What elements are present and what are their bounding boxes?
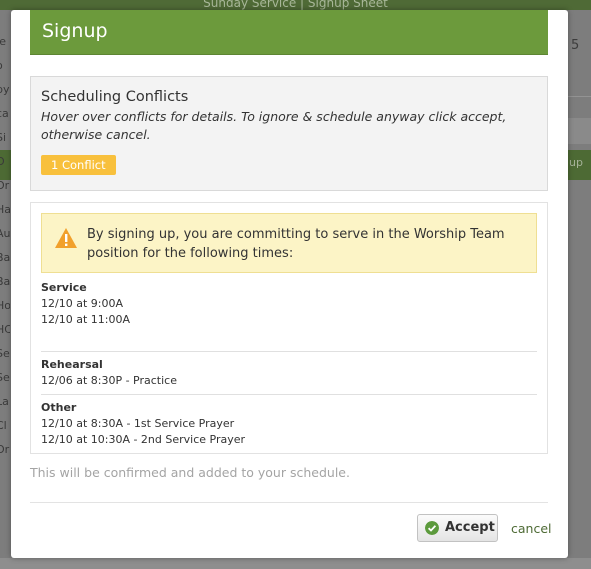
background-text-fragment: up — [569, 156, 583, 169]
time-group-other: Other 12/10 at 8:30A - 1st Service Praye… — [41, 400, 537, 448]
commitment-warning: By signing up, you are committing to ser… — [41, 213, 537, 273]
background-text-fragment: O — [0, 155, 5, 168]
background-text-fragment: o — [0, 54, 10, 78]
background-text-fragment: Ba — [0, 251, 10, 264]
group-title: Rehearsal — [41, 358, 103, 371]
background-text-fragment: Au — [0, 227, 10, 240]
time-group-service: Service 12/10 at 9:00A 12/10 at 11:00A — [41, 280, 537, 328]
time-group-rehearsal: Rehearsal 12/06 at 8:30P - Practice — [41, 357, 537, 389]
background-text-fragment: Ha — [0, 203, 10, 216]
group-title: Other — [41, 401, 77, 414]
conflicts-title: Scheduling Conflicts — [41, 89, 189, 105]
warning-text: By signing up, you are committing to ser… — [87, 227, 505, 261]
background-text-fragment: Or — [0, 179, 10, 192]
scheduling-conflicts-panel: Scheduling Conflicts Hover over conflict… — [30, 76, 548, 191]
background-text-fragment: 5 — [571, 38, 580, 53]
background-text-fragment: Je — [0, 35, 7, 48]
background-text-fragment: Si — [0, 131, 7, 144]
accept-button[interactable]: Accept — [417, 514, 498, 542]
background-text-fragment: La — [0, 395, 9, 408]
background-footer — [0, 558, 591, 569]
background-text-fragment: Se — [0, 371, 10, 384]
signup-times-panel: By signing up, you are committing to ser… — [30, 202, 548, 454]
modal-header: Signup — [30, 10, 548, 55]
background-text-fragment: Or — [0, 443, 10, 456]
background-left-column: Je o py ca Si O Or Ha Au Ba Ba Ho HC Se … — [0, 30, 10, 550]
background-text-fragment: Ba — [0, 275, 10, 288]
confirmation-note: This will be confirmed and added to your… — [30, 465, 350, 480]
background-text-fragment: Cl — [0, 419, 7, 432]
cancel-link[interactable]: cancel — [511, 521, 552, 536]
background-panel — [568, 118, 591, 144]
conflict-count-badge[interactable]: 1 Conflict — [41, 155, 116, 175]
footer-divider — [30, 502, 548, 503]
time-entry: 12/10 at 9:00A — [41, 297, 123, 310]
accept-label: Accept — [445, 520, 495, 535]
background-text-fragment: HC — [0, 323, 10, 336]
background-text-fragment: ca — [0, 107, 9, 120]
signup-modal: Signup Scheduling Conflicts Hover over c… — [11, 10, 568, 558]
background-text-fragment: py — [0, 83, 10, 96]
group-title: Service — [41, 281, 87, 294]
background-text-fragment: Se — [0, 347, 10, 360]
time-entry: 12/10 at 8:30A - 1st Service Prayer — [41, 417, 235, 430]
check-circle-icon — [425, 521, 439, 535]
modal-title: Signup — [42, 20, 108, 42]
group-divider — [41, 394, 537, 395]
group-divider — [41, 351, 537, 352]
time-entry: 12/10 at 10:30A - 2nd Service Prayer — [41, 433, 246, 446]
conflicts-description: Hover over conflicts for details. To ign… — [41, 109, 507, 142]
background-divider — [568, 96, 591, 97]
time-entry: 12/06 at 8:30P - Practice — [41, 374, 177, 387]
background-page-title: Sunday Service | Signup Sheet — [0, 0, 591, 10]
warning-icon — [55, 228, 77, 248]
time-entry: 12/10 at 11:00A — [41, 313, 130, 326]
background-text-fragment: Ho — [0, 299, 10, 312]
